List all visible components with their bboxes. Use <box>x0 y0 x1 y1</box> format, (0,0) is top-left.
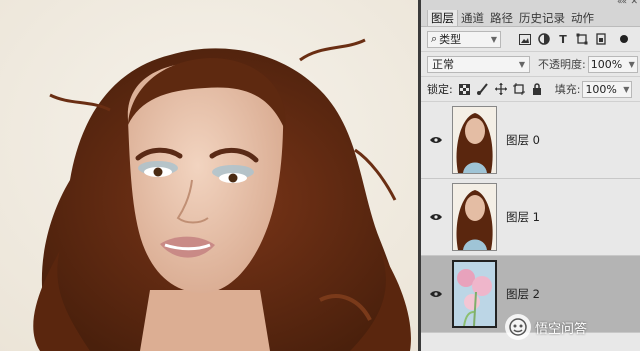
layer-row[interactable]: 图层 1 <box>421 179 640 256</box>
tab-paths[interactable]: 路径 <box>487 10 516 26</box>
lock-transparent-icon[interactable] <box>459 83 471 95</box>
adjustment-filter-icon[interactable] <box>538 33 550 45</box>
watermark-text: 悟空问答 <box>535 321 588 337</box>
panel-tabs: 图层 通道 路径 历史记录 动作 <box>421 8 640 27</box>
visibility-eye-icon[interactable] <box>430 134 442 147</box>
fill-field[interactable]: 100% ▼ <box>582 80 633 98</box>
collapse-icon[interactable]: «« <box>617 0 627 7</box>
panel-top-strip: «« ✕ <box>421 0 640 8</box>
lock-all-icon[interactable] <box>531 83 543 95</box>
tab-history[interactable]: 历史记录 <box>516 10 568 26</box>
chevron-down-icon: ▼ <box>628 59 635 69</box>
layer-thumbnail <box>452 106 497 174</box>
chevron-down-icon: ▼ <box>518 59 525 69</box>
layer-row[interactable]: 图层 0 <box>421 102 640 179</box>
layer-thumbnail <box>452 183 497 251</box>
layers-list: 图层 0 图层 1 图层 2 <box>421 102 640 333</box>
filter-kind-value: 类型 <box>439 33 462 46</box>
blend-mode-value: 正常 <box>432 58 454 71</box>
watermark: 悟空问答 <box>505 314 587 340</box>
filter-toggle-icon[interactable] <box>620 35 628 43</box>
layer-name[interactable]: 图层 2 <box>506 286 540 302</box>
text-filter-icon[interactable]: T <box>557 33 569 46</box>
blend-row: 正常 ▼ 不透明度: 100% ▼ <box>421 52 640 77</box>
tab-actions[interactable]: 动作 <box>568 10 597 26</box>
portrait-image <box>0 0 418 351</box>
opacity-value: 100% <box>590 57 623 71</box>
lock-image-icon[interactable] <box>476 83 489 95</box>
tab-channels[interactable]: 通道 <box>458 10 487 26</box>
blend-mode-select[interactable]: 正常 ▼ <box>427 55 530 73</box>
layers-panel: «« ✕ 图层 通道 路径 历史记录 动作 ⌕ 类型 ▼ T 正常 ▼ 不透明度… <box>421 0 640 351</box>
lock-label: 锁定: <box>427 83 453 96</box>
chevron-down-icon: ▼ <box>490 34 497 44</box>
fill-label: 填充: <box>554 83 581 96</box>
lock-artboard-icon[interactable] <box>512 83 525 95</box>
shape-filter-icon[interactable] <box>576 33 588 45</box>
document-canvas[interactable] <box>0 0 418 351</box>
visibility-eye-icon[interactable] <box>430 211 442 224</box>
lock-position-icon[interactable] <box>494 83 507 95</box>
smart-object-filter-icon[interactable] <box>595 33 607 45</box>
watermark-logo-icon <box>505 314 531 340</box>
search-icon: ⌕ <box>431 32 438 45</box>
panel-close-icon[interactable]: ✕ <box>630 0 638 7</box>
layer-name[interactable]: 图层 1 <box>506 209 540 225</box>
visibility-eye-icon[interactable] <box>430 288 442 301</box>
layer-thumbnail <box>452 260 497 328</box>
layer-filter-row: ⌕ 类型 ▼ T <box>421 27 640 52</box>
fill-value: 100% <box>585 82 617 96</box>
image-filter-icon[interactable] <box>519 33 531 45</box>
layer-kind-filter[interactable]: ⌕ 类型 ▼ <box>427 30 501 48</box>
chevron-down-icon: ▼ <box>623 84 630 94</box>
lock-row: 锁定: 填充: 100% ▼ <box>421 77 640 102</box>
tab-layers[interactable]: 图层 <box>427 10 458 26</box>
opacity-label: 不透明度: <box>538 58 586 71</box>
opacity-field[interactable]: 100% ▼ <box>587 55 638 73</box>
layer-name[interactable]: 图层 0 <box>506 132 540 148</box>
